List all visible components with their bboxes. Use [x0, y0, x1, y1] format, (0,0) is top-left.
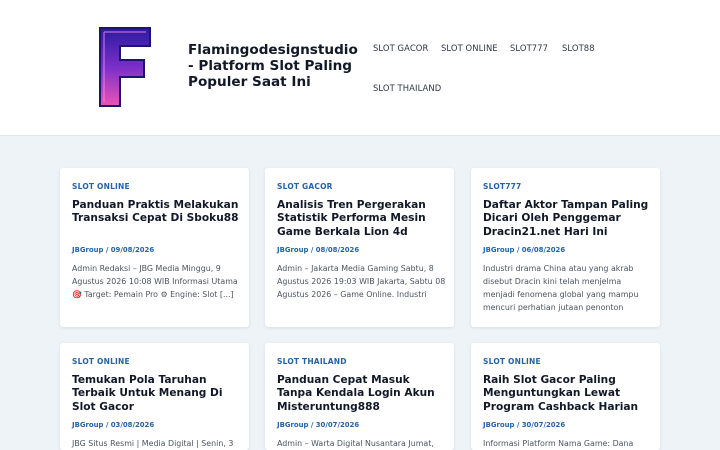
post-meta[interactable]: JBGroup / 03/08/2026: [72, 421, 154, 429]
site-header: Flamingodesignstudio - Platform Slot Pal…: [0, 0, 720, 136]
post-category[interactable]: SLOT THAILAND: [277, 357, 347, 366]
post-category[interactable]: SLOT ONLINE: [72, 357, 130, 366]
post-meta[interactable]: JBGroup / 09/08/2026: [72, 246, 154, 254]
post-excerpt: Admin – Warta Digital Nusantara Jumat,: [277, 439, 434, 448]
post-title[interactable]: Raih Slot Gacor Paling Menguntungkan Lew…: [483, 374, 653, 414]
menu-item-slot777[interactable]: SLOT777: [510, 43, 548, 53]
post-title[interactable]: Analisis Tren Pergerakan Statistik Perfo…: [277, 199, 447, 239]
post-category[interactable]: SLOT ONLINE: [72, 182, 130, 191]
menu-item-slot-gacor[interactable]: SLOT GACOR: [373, 43, 428, 53]
post-card[interactable]: SLOT ONLINE Raih Slot Gacor Paling Mengu…: [471, 343, 660, 450]
post-title[interactable]: Panduan Praktis Melakukan Transaksi Cepa…: [72, 199, 242, 226]
post-excerpt: JBG Situs Resmi | Media Digital | Senin,…: [72, 439, 234, 448]
post-category[interactable]: SLOT GACOR: [277, 182, 333, 191]
post-meta[interactable]: JBGroup / 30/07/2026: [483, 421, 565, 429]
post-title[interactable]: Panduan Cepat Masuk Tanpa Kendala Login …: [277, 374, 447, 414]
post-title[interactable]: Temukan Pola Taruhan Terbaik Untuk Menan…: [72, 374, 242, 414]
menu-item-slot-thailand[interactable]: SLOT THAILAND: [373, 83, 441, 93]
post-excerpt: Industri drama China atau yang akrab dis…: [483, 264, 639, 312]
site-title[interactable]: Flamingodesignstudio - Platform Slot Pal…: [188, 42, 360, 90]
post-card[interactable]: SLOT GACOR Analisis Tren Pergerakan Stat…: [265, 168, 454, 327]
post-category[interactable]: SLOT ONLINE: [483, 357, 541, 366]
menu-item-slot-online[interactable]: SLOT ONLINE: [441, 43, 498, 53]
post-title[interactable]: Daftar Aktor Tampan Paling Dicari Oleh P…: [483, 199, 653, 239]
post-excerpt: Admin Redaksi – JBG Media Minggu, 9 Agus…: [72, 264, 238, 299]
post-card[interactable]: SLOT ONLINE Temukan Pola Taruhan Terbaik…: [60, 343, 249, 450]
post-card[interactable]: SLOT ONLINE Panduan Praktis Melakukan Tr…: [60, 168, 249, 327]
post-excerpt: Informasi Platform Nama Game: Dana: [483, 439, 634, 448]
post-meta[interactable]: JBGroup / 08/08/2026: [277, 246, 359, 254]
post-excerpt: Admin – Jakarta Media Gaming Sabtu, 8 Ag…: [277, 264, 446, 299]
menu-item-slot88[interactable]: SLOT88: [562, 43, 595, 53]
post-meta[interactable]: JBGroup / 06/08/2026: [483, 246, 565, 254]
post-category[interactable]: SLOT777: [483, 182, 521, 191]
site-logo-icon[interactable]: [92, 22, 156, 112]
post-meta[interactable]: JBGroup / 30/07/2026: [277, 421, 359, 429]
post-card[interactable]: SLOT777 Daftar Aktor Tampan Paling Dicar…: [471, 168, 660, 327]
post-card[interactable]: SLOT THAILAND Panduan Cepat Masuk Tanpa …: [265, 343, 454, 450]
